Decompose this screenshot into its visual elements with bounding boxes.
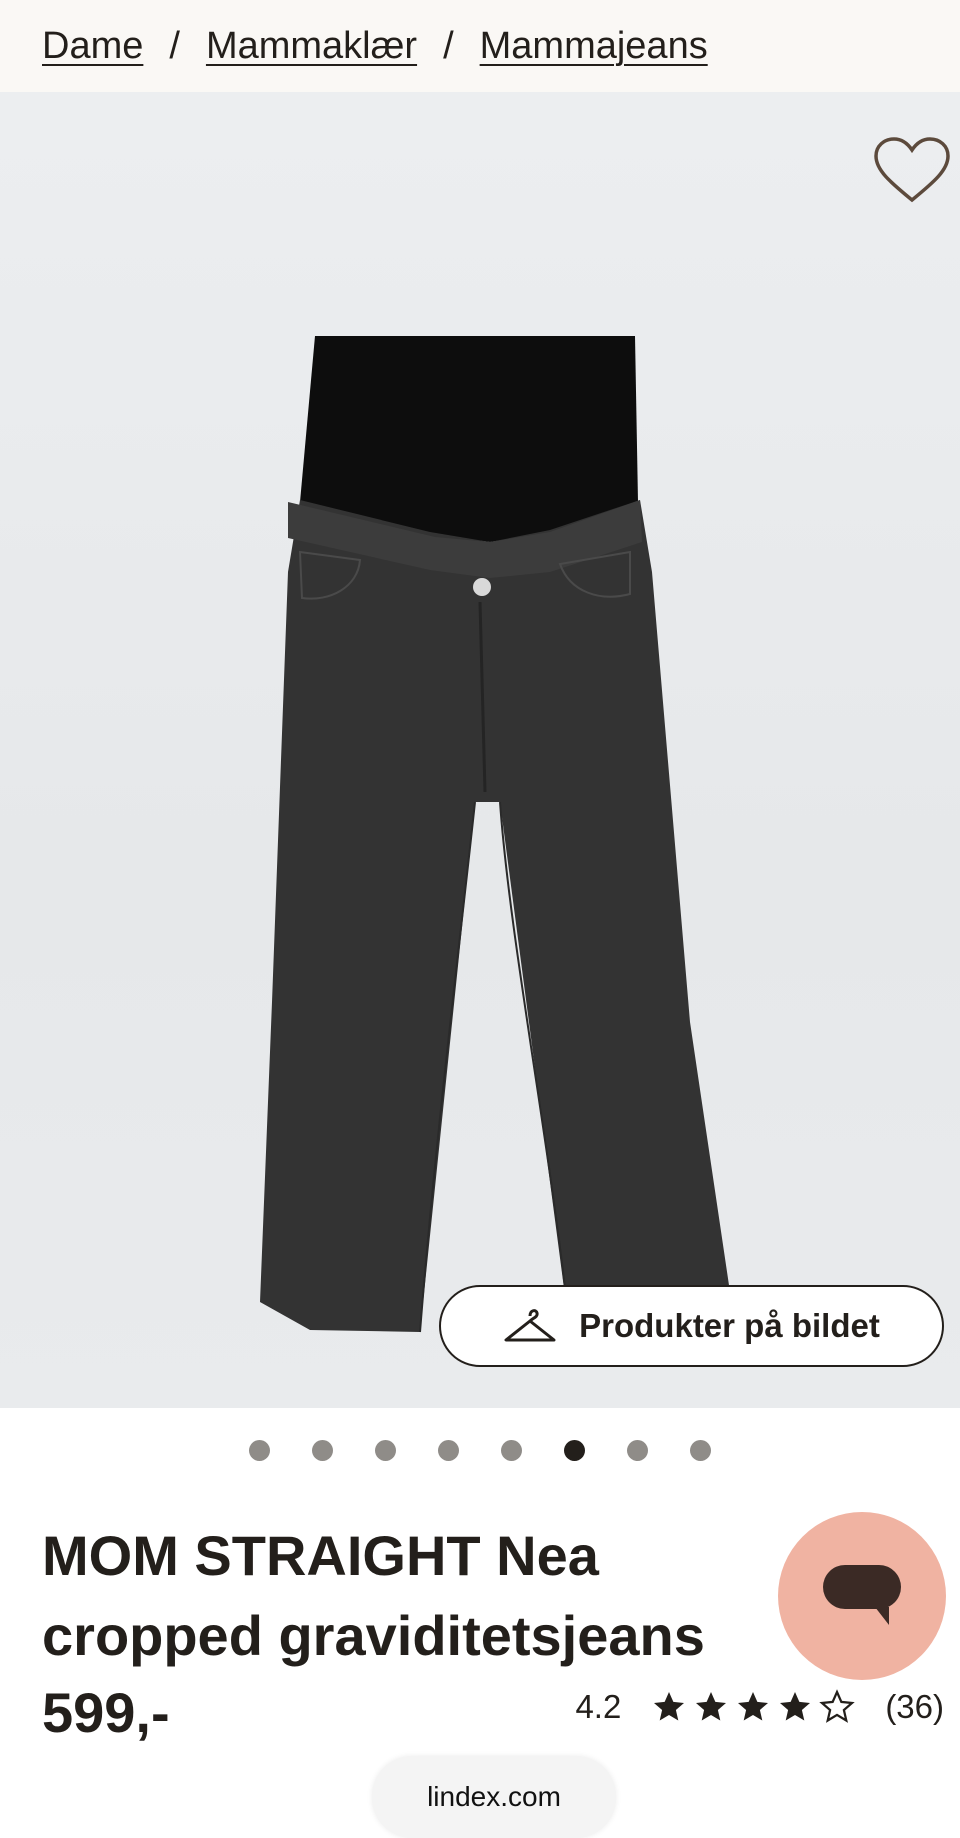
star-outline-icon (819, 1689, 856, 1723)
product-image-jeans (260, 336, 730, 1334)
review-count: (36) (885, 1688, 944, 1725)
rating-stars (651, 1689, 861, 1725)
carousel-dot[interactable] (501, 1440, 522, 1461)
breadcrumb-separator: / (169, 24, 180, 67)
chat-button[interactable] (778, 1512, 946, 1680)
breadcrumb-item-mammajeans[interactable]: Mammajeans (480, 25, 708, 68)
browser-url-bar[interactable]: lindex.com (372, 1756, 616, 1838)
chat-bubble-icon (823, 1565, 901, 1625)
breadcrumb-item-mammaklaer[interactable]: Mammaklær (206, 25, 417, 68)
carousel-dot[interactable] (438, 1440, 459, 1461)
star-filled-icon (738, 1692, 769, 1721)
carousel-dot-active[interactable] (564, 1440, 585, 1461)
breadcrumb: Dame / Mammaklær / Mammajeans (0, 0, 960, 92)
products-in-image-button[interactable]: Produkter på bildet (439, 1285, 944, 1367)
star-filled-icon (654, 1692, 685, 1721)
breadcrumb-item-dame[interactable]: Dame (42, 25, 143, 68)
star-filled-icon (696, 1692, 727, 1721)
breadcrumb-separator: / (443, 24, 454, 67)
carousel-indicators (0, 1440, 960, 1461)
carousel-dot[interactable] (627, 1440, 648, 1461)
product-image-gallery[interactable]: Produkter på bildet (0, 92, 960, 1408)
star-filled-icon (780, 1692, 811, 1721)
product-price: 599,- (42, 1681, 170, 1744)
product-rating[interactable]: 4.2 (36) (575, 1688, 944, 1726)
products-in-image-label: Produkter på bildet (579, 1307, 880, 1344)
heart-outline-icon[interactable] (872, 136, 952, 206)
product-title: MOM STRAIGHT Nea cropped graviditetsjean… (42, 1524, 705, 1667)
rating-value: 4.2 (575, 1688, 622, 1725)
hanger-icon (504, 1309, 556, 1342)
carousel-dot[interactable] (249, 1440, 270, 1461)
carousel-dot[interactable] (690, 1440, 711, 1461)
carousel-dot[interactable] (312, 1440, 333, 1461)
carousel-dot[interactable] (375, 1440, 396, 1461)
